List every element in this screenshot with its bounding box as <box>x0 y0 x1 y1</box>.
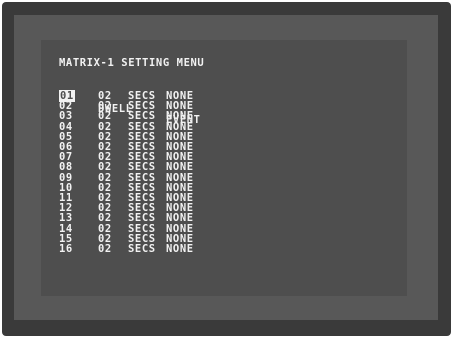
osd-screen <box>41 40 407 296</box>
event-value[interactable]: NONE <box>166 244 194 255</box>
dwell-value[interactable]: 02 <box>98 244 112 255</box>
channel-number[interactable]: 16 <box>59 244 79 255</box>
dwell-unit: SECS <box>128 243 156 255</box>
menu-title: MATRIX-1 SETTING MENU <box>59 57 205 69</box>
